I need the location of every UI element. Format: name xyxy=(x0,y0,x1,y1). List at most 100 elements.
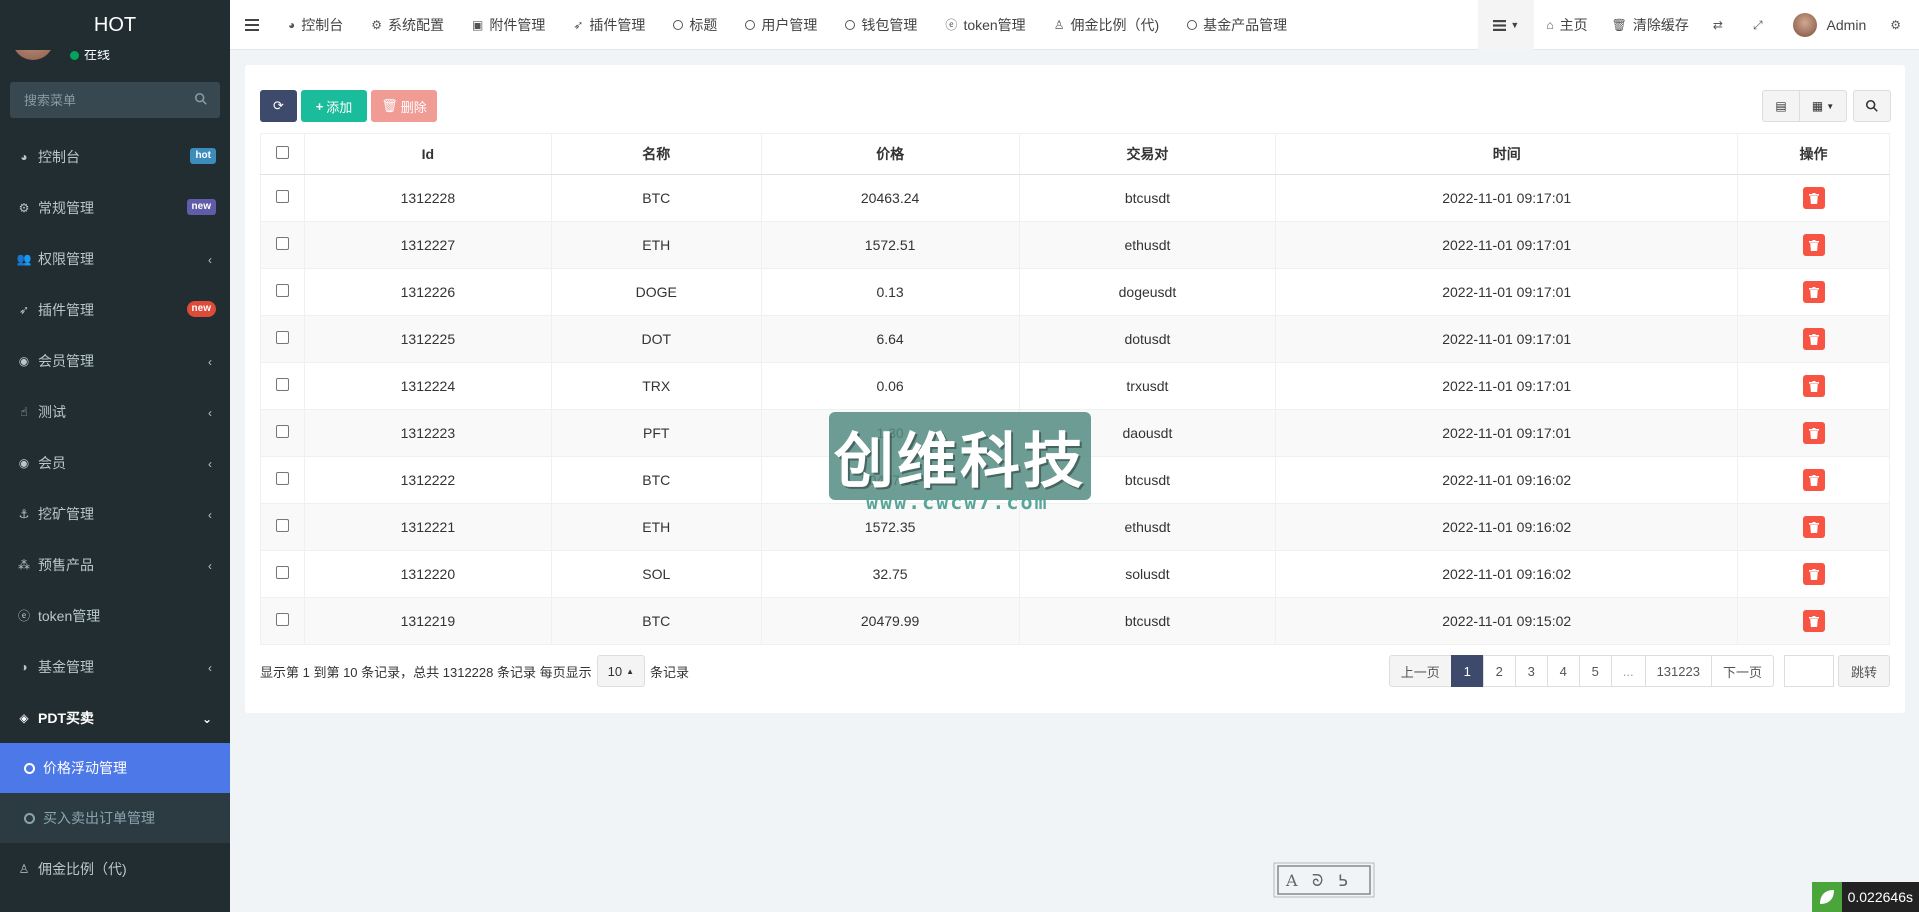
table-row[interactable]: 1312224 TRX 0.06 trxusdt 2022-11-01 09:17:01 xyxy=(260,362,1890,410)
row-delete-button[interactable] xyxy=(1802,234,1825,256)
fullscreen-button[interactable]: ⤢ xyxy=(1741,0,1781,50)
grid-icon: ▦ xyxy=(1811,99,1824,113)
nav-dropdown[interactable]: ▼ xyxy=(1478,0,1535,50)
sidebar-item-dashboard[interactable]: ◕ 控制台 hot xyxy=(0,131,230,182)
search-icon[interactable] xyxy=(194,92,208,106)
jump-page-input[interactable] xyxy=(1783,655,1834,687)
sidebar-item-auth[interactable]: 👥 权限管理 ‹ xyxy=(0,233,230,284)
prev-page-button[interactable]: 上一页 xyxy=(1388,655,1452,687)
tab-wallets[interactable]: 钱包管理 xyxy=(831,0,931,50)
user-menu[interactable]: Admin xyxy=(1781,0,1879,50)
sidebar-item-mining[interactable]: ⚓ 挖矿管理 ‹ xyxy=(0,488,230,539)
sidebar-item-addons[interactable]: ➶ 插件管理 new xyxy=(0,284,230,335)
toggle-view-button[interactable]: ▤ xyxy=(1762,90,1800,122)
page-size-select[interactable]: 10 ▲ xyxy=(596,655,645,687)
sidebar-toggle[interactable] xyxy=(230,0,274,50)
row-delete-button[interactable] xyxy=(1802,469,1825,491)
row-delete-button[interactable] xyxy=(1802,187,1825,209)
tab-users[interactable]: 用户管理 xyxy=(731,0,831,50)
tab-fund-products[interactable]: 基金产品管理 xyxy=(1173,0,1301,50)
home-link[interactable]: ⌂ 主页 xyxy=(1534,0,1599,50)
sidebar-item-general[interactable]: ⚙ 常规管理 new xyxy=(0,182,230,233)
table-row[interactable]: 1312225 DOT 6.64 dotusdt 2022-11-01 09:17:01 xyxy=(260,315,1890,363)
refresh-button[interactable]: ⟳ xyxy=(260,90,297,122)
search-input[interactable] xyxy=(10,82,180,118)
tab-addons[interactable]: ➶ 插件管理 xyxy=(559,0,659,50)
header-time[interactable]: 时间 xyxy=(1275,133,1739,175)
tab-attachments[interactable]: ▣ 附件管理 xyxy=(458,0,559,50)
row-checkbox[interactable] xyxy=(275,284,289,297)
row-delete-button[interactable] xyxy=(1802,328,1825,350)
cell-time: 2022-11-01 09:16:02 xyxy=(1275,550,1739,598)
sidebar-item-token[interactable]: ⓔ token管理 xyxy=(0,590,230,641)
page-3[interactable]: 3 xyxy=(1514,655,1548,687)
row-actions-cell xyxy=(1737,503,1890,551)
header-price[interactable]: 价格 xyxy=(760,133,1020,175)
cell-id: 1312224 xyxy=(303,362,552,410)
sidebar-item-presale[interactable]: ⁂ 预售产品 ‹ xyxy=(0,539,230,590)
table-row[interactable]: 1312221 ETH 1572.35 ethusdt 2022-11-01 09:16… xyxy=(260,503,1890,551)
row-checkbox[interactable] xyxy=(275,472,289,485)
row-delete-button[interactable] xyxy=(1802,516,1825,538)
header-pair[interactable]: 交易对 xyxy=(1018,133,1277,175)
sidebar-subitem-orders[interactable]: 买入卖出订单管理 xyxy=(0,793,230,843)
table-row[interactable]: 1312219 BTC 20479.99 btcusdt 2022-11-01 09:1… xyxy=(260,597,1890,645)
settings-button[interactable]: ⚙ xyxy=(1878,0,1919,50)
tab-token[interactable]: ⓔ token管理 xyxy=(931,0,1039,50)
tab-commission[interactable]: ♙ 佣金比例（代) xyxy=(1040,0,1173,50)
table-row[interactable]: 1312227 ETH 1572.51 ethusdt 2022-11-01 09:17… xyxy=(260,221,1890,269)
sidebar-item-fund[interactable]: ◑ 基金管理 ‹ xyxy=(0,641,230,692)
row-checkbox[interactable] xyxy=(275,519,289,532)
tab-title[interactable]: 标题 xyxy=(659,0,731,50)
row-checkbox[interactable] xyxy=(275,425,289,438)
row-delete-button[interactable] xyxy=(1802,610,1825,632)
sidebar: HOT 在线 ◕控制台hot ⚙常规管理new 👥权限管理‹ ➶插件管理new … xyxy=(0,0,230,912)
row-checkbox[interactable] xyxy=(275,331,289,344)
row-checkbox[interactable] xyxy=(275,566,289,579)
page-last[interactable]: 131223 xyxy=(1644,655,1712,687)
page-4[interactable]: 4 xyxy=(1546,655,1580,687)
row-delete-button[interactable] xyxy=(1802,563,1825,585)
row-delete-button[interactable] xyxy=(1802,375,1825,397)
table-search-button[interactable] xyxy=(1853,90,1891,122)
row-checkbox[interactable] xyxy=(275,613,289,626)
app-logo[interactable]: HOT xyxy=(0,0,230,50)
header-id[interactable]: Id xyxy=(303,133,552,175)
tab-system-config[interactable]: ⚙ 系统配置 xyxy=(357,0,458,50)
table-row[interactable]: 1312226 DOGE 0.13 dogeusdt 2022-11-01 09:17:… xyxy=(260,268,1890,316)
next-page-button[interactable]: 下一页 xyxy=(1710,655,1774,687)
file-image-icon: ▣ xyxy=(472,17,484,32)
tab-dashboard[interactable]: ◕ 控制台 xyxy=(274,0,357,50)
table-row[interactable]: 1312228 BTC 20463.24 btcusdt 2022-11-01 09:1… xyxy=(260,174,1890,222)
table-icon: ▤ xyxy=(1775,99,1787,113)
home-icon: ⌂ xyxy=(1546,18,1554,32)
cell-pair: solusdt xyxy=(1018,550,1277,598)
svg-text:ᕊ: ᕊ xyxy=(1338,871,1348,890)
page-5[interactable]: 5 xyxy=(1578,655,1612,687)
adjust-icon: ◑ xyxy=(20,659,28,674)
add-button[interactable]: + 添加 xyxy=(301,90,367,122)
page-1[interactable]: 1 xyxy=(1450,655,1484,687)
row-checkbox[interactable] xyxy=(275,378,289,391)
columns-button[interactable]: ▦ ▼ xyxy=(1799,90,1847,122)
row-delete-button[interactable] xyxy=(1802,422,1825,444)
translate-button[interactable]: ⇄ xyxy=(1701,0,1741,50)
sidebar-item-members[interactable]: ◉ 会员 ‹ xyxy=(0,437,230,488)
select-all-checkbox[interactable] xyxy=(275,146,289,159)
sidebar-item-commission[interactable]: ♙ 佣金比例（代) xyxy=(0,843,230,894)
jump-button[interactable]: 跳转 xyxy=(1837,655,1890,687)
table-row[interactable]: 1312220 SOL 32.75 solusdt 2022-11-01 09:16:0… xyxy=(260,550,1890,598)
clear-cache-button[interactable]: 🗑 清除缓存 xyxy=(1600,0,1701,50)
delete-button[interactable]: 🗑 删除 xyxy=(371,90,437,122)
sidebar-item-test[interactable]: ☝ 测试 ‹ xyxy=(0,386,230,437)
table-body: 1312228 BTC 20463.24 btcusdt 2022-11-01 09:1… xyxy=(260,174,1890,645)
header-name[interactable]: 名称 xyxy=(550,133,762,175)
row-checkbox[interactable] xyxy=(275,237,289,250)
chevron-left-icon: ‹ xyxy=(208,559,212,573)
sidebar-item-members-mgmt[interactable]: ◉ 会员管理 ‹ xyxy=(0,335,230,386)
sidebar-subitem-price-float[interactable]: 价格浮动管理 xyxy=(0,743,230,793)
sidebar-item-pdt-trade[interactable]: ◈ PDT买卖 ⌄ xyxy=(0,692,230,743)
row-checkbox[interactable] xyxy=(275,190,289,203)
page-2[interactable]: 2 xyxy=(1482,655,1516,687)
row-delete-button[interactable] xyxy=(1802,281,1825,303)
